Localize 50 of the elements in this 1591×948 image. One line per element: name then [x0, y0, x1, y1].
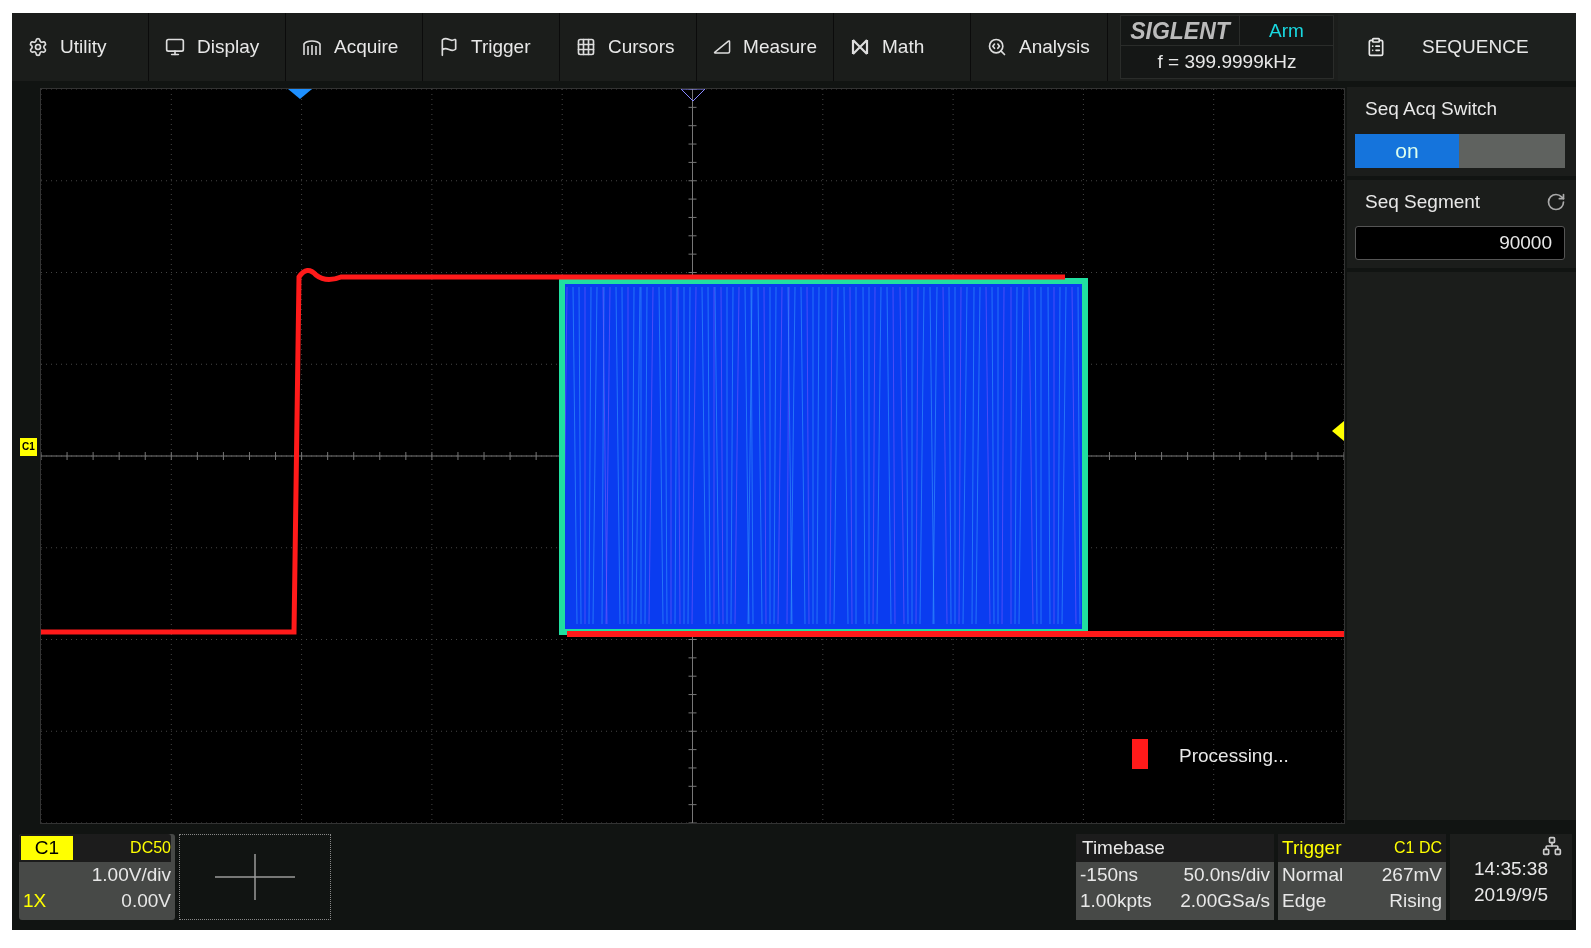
network-icon: [1542, 836, 1562, 856]
panel-title: SEQUENCE: [1422, 34, 1529, 59]
grid-icon: [576, 37, 596, 57]
monitor-icon: [165, 37, 185, 57]
vertical-scale: 1.00V/div: [90, 863, 171, 887]
menu-button[interactable]: Utility: [12, 13, 149, 81]
menu-button[interactable]: Math: [834, 13, 971, 81]
channel-label: C1: [21, 836, 73, 860]
probe-ratio: 1X: [23, 889, 48, 913]
menu-button[interactable]: Measure: [697, 13, 834, 81]
flag-icon: [439, 37, 459, 57]
toggle-switch[interactable]: on: [1355, 133, 1565, 168]
settings-icon: [28, 37, 48, 57]
clock-time: 14:35:38: [1474, 857, 1548, 881]
ruler-triangle-icon: [713, 37, 732, 57]
brand-logo: SIGLENT: [1129, 17, 1233, 45]
trigger-title: Trigger: [1282, 835, 1342, 860]
channel-coupling: DC50: [129, 838, 171, 858]
menu-button[interactable]: Trigger: [423, 13, 560, 81]
menu-button[interactable]: Acquire: [286, 13, 423, 81]
add-channel-button[interactable]: [179, 834, 331, 920]
menu-button[interactable]: Cursors: [560, 13, 697, 81]
clock-date: 2019/9/5: [1474, 883, 1548, 907]
magnifier-icon: [987, 37, 1007, 57]
trigger-slope: Rising: [1389, 889, 1442, 913]
switch-label: Seq Acq Switch: [1364, 97, 1499, 121]
segment-label: Seq Segment: [1365, 189, 1482, 214]
acquisition-state: Arm: [1239, 16, 1333, 45]
math-icon: [850, 37, 870, 57]
plus-icon: [215, 854, 295, 900]
trigger-type: Edge: [1282, 889, 1327, 913]
segment-input-field[interactable]: 90000: [1355, 226, 1565, 260]
memory-depth: 1.00kpts: [1080, 889, 1152, 913]
refresh-icon: [1546, 191, 1566, 212]
timebase-title: Timebase: [1076, 834, 1274, 862]
processing-indicator: [1132, 739, 1148, 769]
horizontal-delay: -150ns: [1080, 863, 1139, 887]
sample-rate: 2.00GSa/s: [1180, 889, 1270, 913]
bar-chart-icon: [302, 37, 322, 57]
channel-marker: C1: [20, 438, 37, 456]
clipboard-icon: [1366, 37, 1386, 57]
horizontal-scale: 50.0ns/div: [1183, 863, 1270, 887]
processing-text: Processing...: [1179, 744, 1289, 768]
frequency-readout: f = 399.9999kHz: [1156, 50, 1298, 74]
vertical-offset: 0.00V: [121, 889, 171, 913]
trigger-mode: Normal: [1282, 863, 1344, 887]
menu-button[interactable]: Display: [149, 13, 286, 81]
trigger-source: C1 DC: [1394, 838, 1442, 858]
trigger-level: 267mV: [1381, 863, 1442, 887]
menu-button[interactable]: Analysis: [971, 13, 1108, 81]
